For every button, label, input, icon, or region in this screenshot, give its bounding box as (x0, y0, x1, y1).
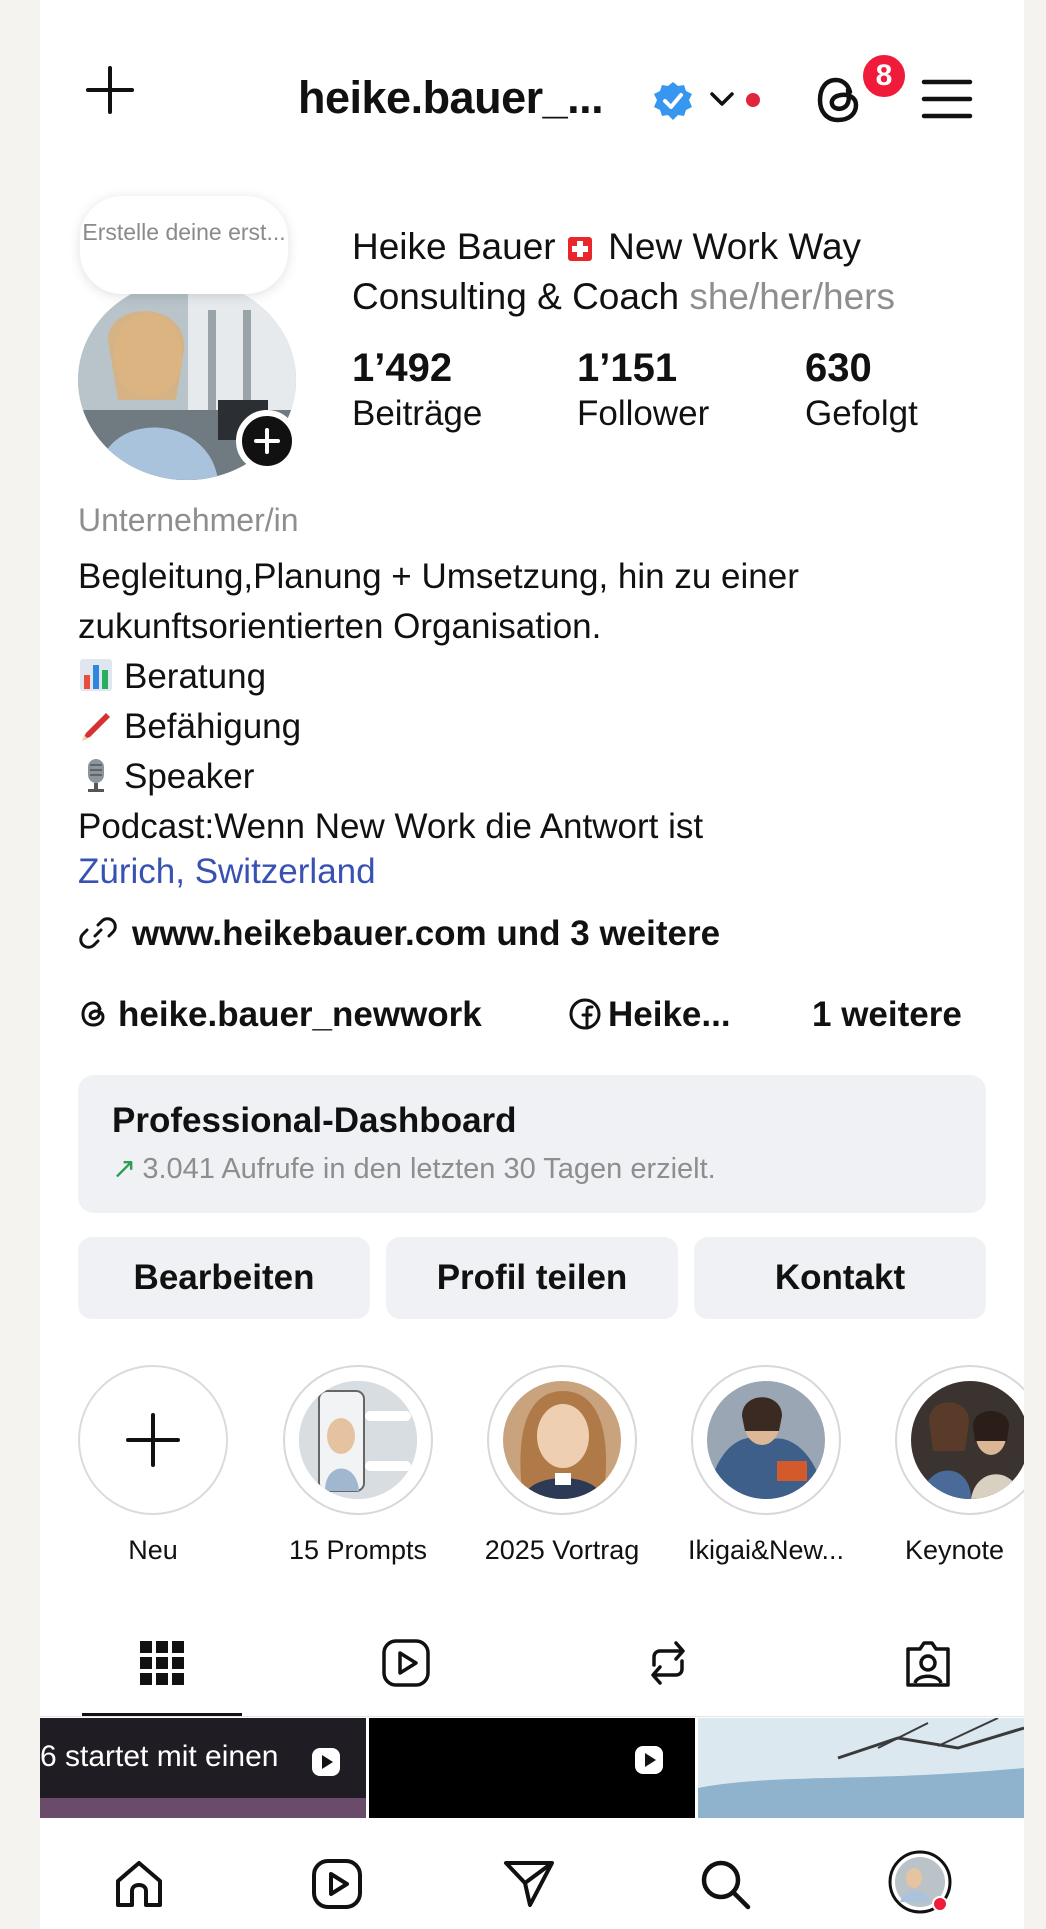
tagged-tab-icon[interactable] (900, 1635, 956, 1691)
facebook-profile-link[interactable]: Heike... (568, 995, 731, 1035)
bio-item-beratung: Beratung (78, 652, 978, 702)
bio-line: Podcast:Wenn New Work die Antwort ist (78, 807, 704, 846)
search-icon[interactable] (696, 1855, 754, 1913)
reposts-tab-icon[interactable] (640, 1635, 696, 1691)
professional-dashboard-card[interactable]: Professional-Dashboard ↗ 3.041 Aufrufe in… (78, 1075, 986, 1213)
home-icon[interactable] (110, 1855, 168, 1913)
name-part-3: Consulting & Coach (352, 276, 680, 317)
threads-profile-link[interactable]: heike.bauer_newwork (78, 995, 482, 1035)
profile-bio: Begleitung,Planung + Umsetzung, hin zu e… (78, 552, 978, 852)
grid-tab-icon[interactable] (134, 1635, 190, 1691)
facebook-name: Heike... (608, 995, 731, 1034)
pronouns: she/her/hers (689, 276, 895, 317)
stat-posts-value: 1’492 (352, 346, 453, 390)
account-username[interactable]: heike.bauer_... (298, 72, 604, 124)
note-bubble[interactable]: Erstelle deine erst... (80, 196, 288, 294)
post-caption: 6 startet mit einen (40, 1740, 279, 1773)
reel-icon (633, 1744, 665, 1776)
profile-full-name: Heike Bauer New Work Way Consulting & Co… (352, 222, 992, 322)
edit-profile-button[interactable]: Bearbeiten (78, 1237, 370, 1319)
grid-post[interactable] (369, 1718, 695, 1818)
profile-category: Unternehmer/in (78, 502, 299, 538)
stat-posts-label: Beiträge (352, 394, 483, 433)
highlight-label: 2025 Vortrag (484, 1535, 640, 1565)
crayon-emoji-icon (78, 707, 114, 743)
highlight-15-prompts[interactable] (283, 1365, 433, 1515)
tab-divider (40, 1716, 1024, 1717)
bio-line: Begleitung,Planung + Umsetzung, hin zu e… (78, 557, 799, 596)
stat-followers-value: 1’151 (577, 346, 678, 390)
create-plus-icon[interactable] (80, 60, 140, 120)
highlight-keynote[interactable] (895, 1365, 1024, 1515)
bio-item-befaehigung: Befähigung (78, 702, 978, 752)
highlight-label: Ikigai&New... (687, 1535, 845, 1565)
stat-followers-label: Follower (577, 394, 710, 433)
bio-item-speaker: Speaker (78, 752, 978, 802)
stat-following[interactable]: 630 Gefolgt (805, 345, 918, 437)
website-link[interactable]: www.heikebauer.com und 3 weitere (78, 913, 720, 954)
highlight-ikigai[interactable] (691, 1365, 841, 1515)
website-link-text: www.heikebauer.com und 3 weitere (132, 914, 721, 953)
stat-following-value: 630 (805, 346, 872, 390)
microphone-emoji-icon (78, 757, 114, 793)
plus-icon (126, 1413, 180, 1467)
verified-badge-icon (652, 80, 694, 122)
more-links[interactable]: 1 weitere (812, 995, 962, 1035)
threads-handle: heike.bauer_newwork (118, 995, 482, 1034)
share-profile-button[interactable]: Profil teilen (386, 1237, 678, 1319)
highlight-2025-vortrag[interactable] (487, 1365, 637, 1515)
location-link[interactable]: Zürich, Switzerland (78, 852, 376, 892)
highlight-label: Neu (128, 1535, 178, 1565)
chevron-down-icon[interactable] (708, 88, 736, 110)
dashboard-subtitle: ↗ 3.041 Aufrufe in den letzten 30 Tagen e… (112, 1151, 716, 1186)
contact-button[interactable]: Kontakt (694, 1237, 986, 1319)
trend-up-arrow-icon: ↗ (112, 1153, 137, 1185)
bio-line: zukunftsorientierten Organisation. (78, 607, 602, 646)
add-story-icon[interactable] (236, 410, 298, 472)
stat-posts[interactable]: 1’492 Beiträge (352, 345, 482, 437)
name-part-2: New Work Way (608, 226, 862, 267)
dashboard-title: Professional-Dashboard (112, 1101, 517, 1140)
dashboard-subtitle-text: 3.041 Aufrufe in den letzten 30 Tagen er… (142, 1153, 716, 1185)
reels-tab-icon[interactable] (378, 1635, 434, 1691)
highlight-label: Keynote (905, 1535, 1005, 1565)
reel-icon (310, 1746, 342, 1778)
threads-small-icon (81, 1001, 105, 1027)
direct-messages-icon[interactable] (500, 1855, 558, 1913)
stat-followers[interactable]: 1’151 Follower (577, 345, 709, 437)
bio-item-text: Beratung (124, 657, 267, 696)
highlight-label: 15 Prompts (288, 1535, 428, 1565)
reels-nav-icon[interactable] (308, 1855, 366, 1913)
account-notification-dot (746, 93, 760, 107)
stat-following-label: Gefolgt (805, 394, 918, 433)
bio-item-text: Speaker (124, 757, 255, 796)
facebook-icon (569, 998, 601, 1030)
name-part-1: Heike Bauer (352, 226, 556, 267)
bar-chart-emoji-icon (78, 657, 114, 693)
profile-screen: heike.bauer_... 8 Erstelle deine erst...… (40, 0, 1024, 1929)
notification-count-badge: 8 (860, 52, 908, 100)
menu-icon[interactable] (920, 76, 974, 122)
bio-item-text: Befähigung (124, 707, 302, 746)
swiss-flag-icon (567, 237, 592, 261)
grid-post[interactable] (698, 1718, 1024, 1818)
grid-post[interactable]: 6 startet mit einen (40, 1718, 366, 1818)
profile-nav-avatar[interactable] (888, 1850, 952, 1914)
highlight-new[interactable] (78, 1365, 228, 1515)
link-icon (78, 913, 118, 953)
